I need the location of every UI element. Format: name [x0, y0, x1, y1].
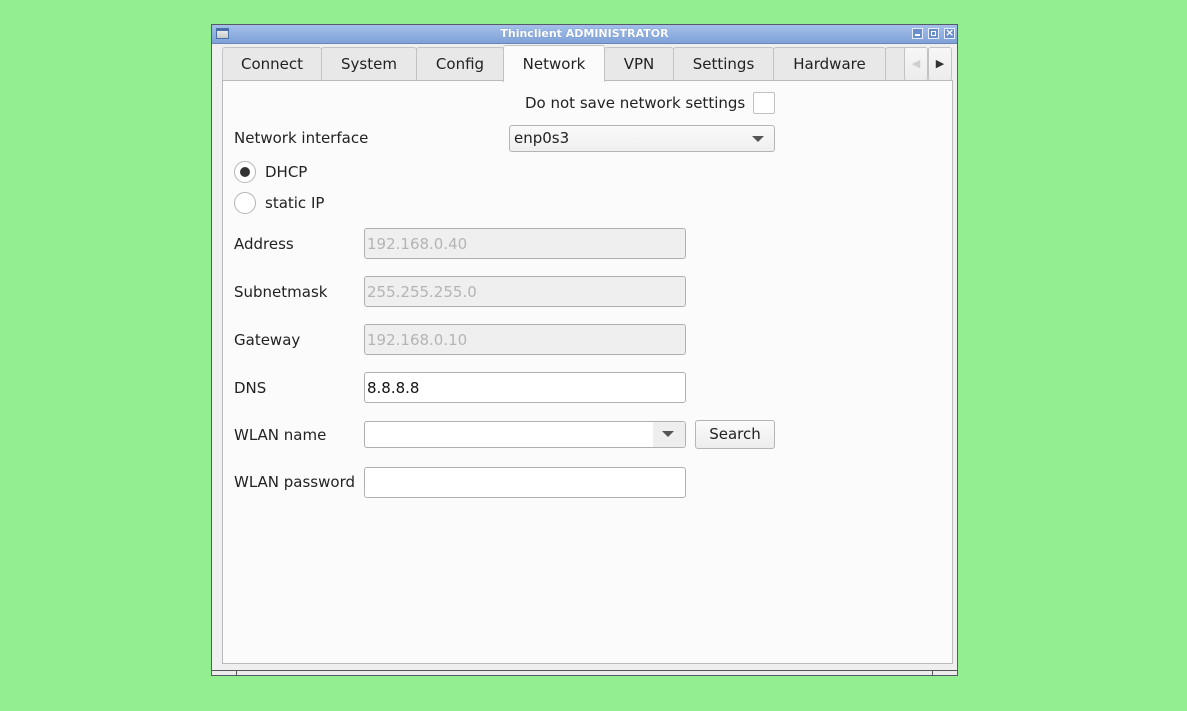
- radio-selected-dot: [240, 167, 250, 177]
- dhcp-radio[interactable]: [234, 161, 256, 183]
- tab-system[interactable]: System: [321, 47, 417, 80]
- tab-scroll-left-button[interactable]: ◀: [904, 47, 928, 81]
- tab-vpn[interactable]: VPN: [604, 47, 674, 80]
- network-interface-label: Network interface: [234, 129, 369, 147]
- network-interface-select[interactable]: enp0s3: [509, 125, 775, 152]
- wlan-name-combobox[interactable]: [364, 421, 686, 448]
- triangle-left-icon: ◀: [911, 57, 921, 70]
- static-ip-label: static IP: [265, 194, 325, 212]
- static-ip-radio[interactable]: [234, 192, 256, 214]
- window-title: Thinclient ADMINISTRATOR: [500, 27, 669, 40]
- gateway-input[interactable]: [364, 324, 686, 355]
- dns-input[interactable]: [364, 372, 686, 403]
- minimize-button[interactable]: [912, 28, 923, 39]
- search-button[interactable]: Search: [695, 420, 775, 449]
- chevron-down-icon: [662, 431, 674, 437]
- wlan-password-label: WLAN password: [234, 473, 355, 491]
- dhcp-label: DHCP: [265, 163, 308, 181]
- subnetmask-input[interactable]: [364, 276, 686, 307]
- do-not-save-checkbox[interactable]: [753, 92, 775, 114]
- tab-network[interactable]: Network: [503, 45, 605, 82]
- status-bar: [212, 670, 957, 675]
- title-bar[interactable]: Thinclient ADMINISTRATOR: [212, 25, 957, 44]
- address-label: Address: [234, 235, 294, 253]
- chevron-down-icon: [752, 136, 764, 142]
- network-panel: Do not save network settings Network int…: [222, 80, 953, 664]
- subnetmask-label: Subnetmask: [234, 283, 328, 301]
- gateway-label: Gateway: [234, 331, 301, 349]
- wlan-password-input[interactable]: [364, 467, 686, 498]
- tab-settings[interactable]: Settings: [673, 47, 774, 80]
- dns-label: DNS: [234, 379, 267, 397]
- tab-config[interactable]: Config: [416, 47, 504, 80]
- tab-scroll-right-button[interactable]: ▶: [928, 47, 952, 81]
- status-bar-divider: [236, 671, 237, 675]
- status-bar-divider: [932, 671, 933, 675]
- maximize-button[interactable]: [928, 28, 939, 39]
- tab-bar: Connect System Config Network VPN Settin…: [222, 45, 952, 82]
- tab-hardware[interactable]: Hardware: [773, 47, 886, 80]
- wlan-dropdown-button[interactable]: [653, 422, 685, 447]
- app-window: Thinclient ADMINISTRATOR Connect System …: [211, 24, 958, 676]
- do-not-save-label: Do not save network settings: [525, 94, 746, 112]
- tab-connect[interactable]: Connect: [222, 47, 322, 80]
- network-interface-value: enp0s3: [514, 129, 570, 147]
- address-input[interactable]: [364, 228, 686, 259]
- wlan-name-label: WLAN name: [234, 426, 327, 444]
- triangle-right-icon: ▶: [935, 57, 945, 70]
- close-button[interactable]: [944, 26, 955, 39]
